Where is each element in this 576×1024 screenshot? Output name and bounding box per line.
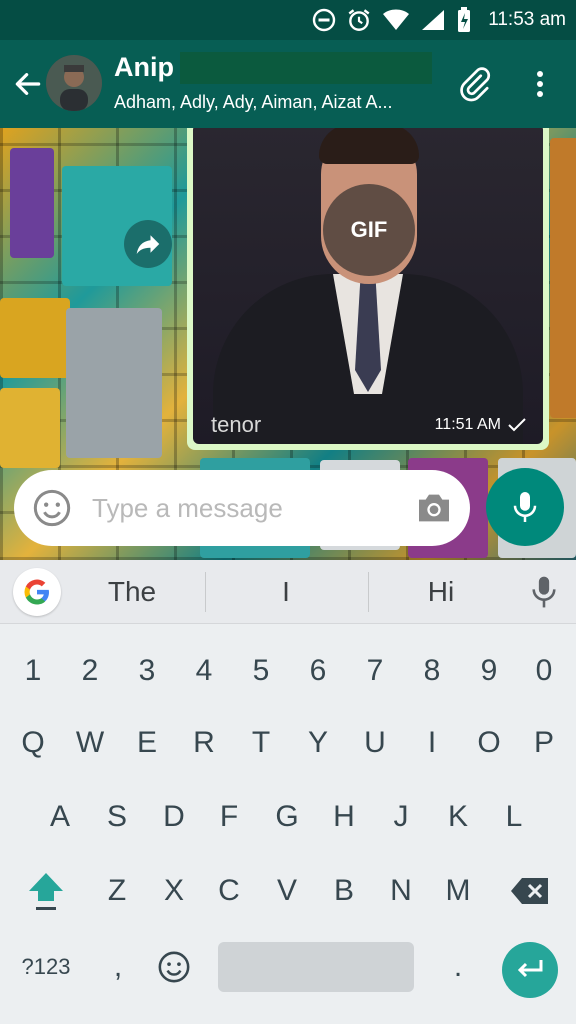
key-9[interactable]: 9 [461, 644, 517, 698]
key-c[interactable]: C [201, 864, 257, 918]
microphone-icon [513, 492, 537, 522]
key-g[interactable]: G [259, 790, 315, 844]
space-bar[interactable] [218, 942, 414, 992]
clock: 11:53 am [488, 9, 566, 30]
gif-play-badge[interactable]: GIF [323, 184, 415, 276]
emoji-icon [158, 951, 190, 983]
backspace-key[interactable] [500, 864, 560, 918]
voice-input-icon[interactable] [528, 574, 560, 610]
google-logo-icon [24, 579, 49, 605]
key-w[interactable]: W [62, 716, 118, 770]
backspace-icon [511, 878, 548, 904]
wallpaper-tile [0, 298, 70, 378]
enter-key[interactable] [502, 942, 558, 998]
key-t[interactable]: T [233, 716, 289, 770]
key-o[interactable]: O [461, 716, 517, 770]
more-vert-icon[interactable] [528, 66, 552, 102]
key-z[interactable]: Z [89, 864, 145, 918]
key-1[interactable]: 1 [5, 644, 61, 698]
key-e[interactable]: E [119, 716, 175, 770]
message-meta: 11:51 AM [435, 416, 527, 434]
message-time: 11:51 AM [434, 416, 501, 433]
key-f[interactable]: F [201, 790, 257, 844]
key-d[interactable]: D [146, 790, 202, 844]
comma-key[interactable]: , [90, 940, 146, 994]
voice-record-button[interactable] [486, 468, 564, 546]
avatar[interactable] [46, 55, 102, 111]
key-s[interactable]: S [89, 790, 145, 844]
emoji-icon[interactable] [32, 488, 72, 528]
key-7[interactable]: 7 [347, 644, 403, 698]
key-4[interactable]: 4 [176, 644, 232, 698]
chat-header: Anip Adham, Adly, Ady, Aiman, Aizat A... [0, 40, 576, 128]
key-j[interactable]: J [373, 790, 429, 844]
key-8[interactable]: 8 [404, 644, 460, 698]
message-input[interactable] [92, 484, 392, 532]
forward-icon [136, 235, 160, 254]
key-v[interactable]: V [259, 864, 315, 918]
symbols-key[interactable]: ?123 [8, 940, 84, 994]
do-not-disturb-icon [312, 8, 336, 32]
gif-thumbnail[interactable]: GIF tenor 11:51 AM [193, 128, 543, 444]
key-2[interactable]: 2 [62, 644, 118, 698]
suggestion-3[interactable]: Hi [361, 560, 521, 624]
gif-message-bubble[interactable]: GIF tenor 11:51 AM [187, 128, 549, 450]
keyboard-suggestion-strip: The I Hi [0, 560, 576, 624]
camera-icon[interactable] [414, 488, 454, 528]
key-6[interactable]: 6 [290, 644, 346, 698]
key-n[interactable]: N [373, 864, 429, 918]
wifi-icon [383, 9, 410, 30]
key-q[interactable]: Q [5, 716, 61, 770]
key-a[interactable]: A [32, 790, 88, 844]
key-u[interactable]: U [347, 716, 403, 770]
alarm-icon [348, 9, 370, 31]
forward-button[interactable] [124, 220, 172, 268]
key-k[interactable]: K [430, 790, 486, 844]
key-5[interactable]: 5 [233, 644, 289, 698]
key-r[interactable]: R [176, 716, 232, 770]
wallpaper-tile [550, 138, 576, 418]
key-m[interactable]: M [430, 864, 486, 918]
message-composer [14, 470, 470, 546]
wallpaper-tile [66, 308, 162, 458]
key-h[interactable]: H [316, 790, 372, 844]
wallpaper-tile [0, 388, 60, 468]
check-icon [508, 418, 526, 432]
emoji-key[interactable] [146, 940, 202, 994]
status-bar: 11:53 am [0, 0, 576, 40]
key-b[interactable]: B [316, 864, 372, 918]
keyboard: 1 2 3 4 5 6 7 8 9 0 Q W E R T Y U I O P … [0, 624, 576, 1024]
enter-icon [517, 960, 543, 978]
shift-key[interactable] [18, 864, 74, 918]
redacted-title-block [180, 52, 432, 84]
suggestion-2[interactable]: I [206, 560, 366, 624]
back-arrow-icon[interactable] [12, 68, 44, 100]
key-l[interactable]: L [486, 790, 542, 844]
key-p[interactable]: P [516, 716, 572, 770]
gif-person-hair [319, 128, 419, 164]
signal-icon [422, 10, 445, 30]
chat-title[interactable]: Anip [114, 52, 174, 83]
chat-members[interactable]: Adham, Adly, Ady, Aiman, Aizat A... [114, 92, 434, 113]
period-key[interactable]: . [430, 940, 486, 994]
tenor-watermark: tenor [211, 412, 262, 437]
key-3[interactable]: 3 [119, 644, 175, 698]
battery-charging-icon [458, 7, 471, 32]
shift-arrow-icon [29, 873, 63, 910]
key-y[interactable]: Y [290, 716, 346, 770]
key-i[interactable]: I [404, 716, 460, 770]
wallpaper-tile [10, 148, 54, 258]
suggestion-1[interactable]: The [52, 560, 212, 624]
paperclip-icon[interactable] [456, 66, 492, 102]
key-0[interactable]: 0 [516, 644, 572, 698]
key-x[interactable]: X [146, 864, 202, 918]
